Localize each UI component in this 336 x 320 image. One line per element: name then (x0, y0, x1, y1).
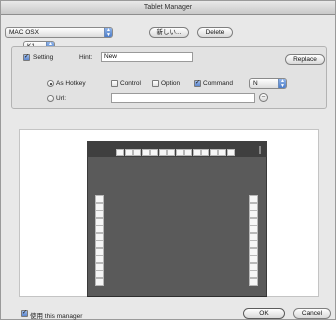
url-radio[interactable] (47, 95, 54, 102)
control-checkbox[interactable] (111, 80, 118, 87)
delete-button[interactable]: Delete (197, 27, 233, 38)
use-manager-checkbox[interactable]: ✓ (21, 310, 28, 317)
tablet-right-key[interactable] (249, 277, 258, 286)
new-button[interactable]: 新しい... (149, 27, 189, 38)
setting-label: Setting (33, 54, 54, 61)
url-browse-icon[interactable]: – (259, 93, 268, 102)
popup-arrows-icon: ▲▼ (104, 28, 112, 37)
replace-button[interactable]: Replace (285, 54, 325, 65)
new-button-label: 新しい... (156, 29, 182, 36)
tablet-bottom-edge (87, 296, 267, 297)
tablet-left-key[interactable] (95, 277, 104, 286)
url-input[interactable] (111, 93, 255, 103)
tablet-image (87, 141, 267, 297)
as-hotkey-radio[interactable] (47, 80, 54, 87)
command-label: Command (203, 80, 233, 87)
hotkey-key-value: N (253, 80, 258, 87)
tablet-top-key[interactable] (150, 149, 158, 156)
setting-checkbox[interactable]: ✓ (23, 54, 30, 61)
tablet-top-key[interactable] (192, 149, 201, 156)
replace-button-label: Replace (293, 56, 317, 63)
tablet-top-key[interactable] (158, 149, 167, 156)
tablet-top-key[interactable] (218, 149, 226, 156)
tablet-manager-window: Tablet Manager MAC OSX ▲ ▼ 新しい... Delete … (0, 0, 336, 320)
tablet-top-key[interactable] (133, 149, 141, 156)
device-popup[interactable]: MAC OSX ▲ ▼ (5, 27, 113, 38)
popup-arrows-icon: ▲▼ (278, 79, 286, 88)
hint-input[interactable]: New (101, 52, 193, 62)
option-label: Option (161, 80, 181, 87)
url-label: Url: (56, 95, 67, 102)
tablet-top-key[interactable] (141, 149, 150, 156)
hint-input-value: New (104, 53, 118, 60)
as-hotkey-label: As Hotkey (56, 80, 86, 87)
control-label: Control (120, 80, 141, 87)
tablet-top-key[interactable] (116, 149, 124, 156)
ok-button-label: OK (259, 310, 269, 317)
hotkey-key-popup[interactable]: N ▲ ▼ (249, 78, 287, 89)
window-title: Tablet Manager (143, 4, 193, 11)
window-titlebar: Tablet Manager (1, 1, 335, 15)
tablet-top-key[interactable] (167, 149, 175, 156)
tablet-notch (259, 146, 261, 154)
tablet-top-key[interactable] (184, 149, 192, 156)
tablet-top-key[interactable] (209, 149, 218, 156)
delete-button-label: Delete (205, 29, 225, 36)
option-checkbox[interactable] (152, 80, 159, 87)
tablet-top-key[interactable] (124, 149, 133, 156)
hint-label: Hint: (79, 54, 93, 61)
device-popup-value: MAC OSX (9, 29, 39, 36)
use-manager-label: 使用 this manager (30, 313, 83, 320)
cancel-button[interactable]: Cancel (293, 308, 331, 319)
command-checkbox[interactable]: ✓ (194, 80, 201, 87)
ok-button[interactable]: OK (243, 308, 285, 319)
tablet-top-key[interactable] (201, 149, 209, 156)
tablet-top-key[interactable] (175, 149, 184, 156)
tablet-top-key[interactable] (226, 149, 235, 156)
cancel-button-label: Cancel (301, 310, 323, 317)
